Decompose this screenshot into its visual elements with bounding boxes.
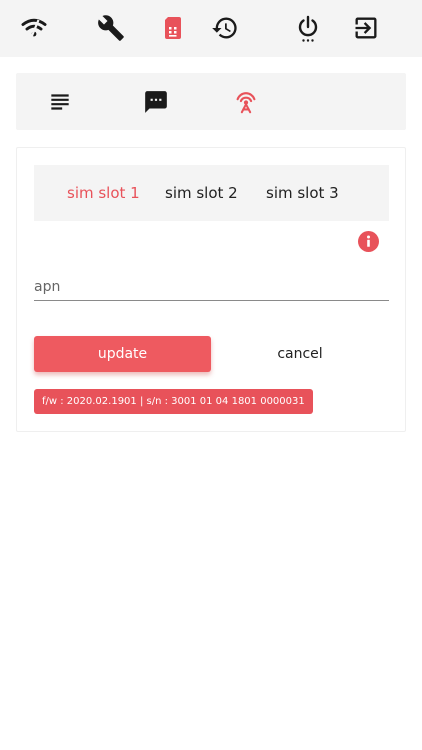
firmware-serial-badge: f/w : 2020.02.1901 | s/n : 3001 01 04 18… [34,389,313,414]
sim-settings-card: sim slot 1 sim slot 2 sim slot 3 update … [16,147,406,432]
message-icon[interactable] [143,89,169,115]
tab-sim-slot-2[interactable]: sim slot 2 [165,165,238,221]
power-icon[interactable] [294,14,322,42]
history-icon[interactable] [211,14,239,42]
top-nav-bar [0,0,422,57]
sub-nav-bar [16,73,406,130]
list-icon[interactable] [47,89,73,115]
tab-sim-slot-1[interactable]: sim slot 1 [67,165,140,221]
sim-card-icon[interactable] [159,14,187,42]
wifi-icon[interactable] [20,14,48,42]
apn-input[interactable] [34,273,389,301]
wrench-icon[interactable] [97,14,125,42]
tab-sim-slot-3[interactable]: sim slot 3 [266,165,339,221]
update-button[interactable]: update [34,336,211,372]
info-icon[interactable] [358,231,379,252]
cancel-button[interactable]: cancel [231,336,369,372]
antenna-icon[interactable] [233,89,259,115]
logout-icon[interactable] [352,14,380,42]
sim-slot-tabs: sim slot 1 sim slot 2 sim slot 3 [34,165,389,221]
